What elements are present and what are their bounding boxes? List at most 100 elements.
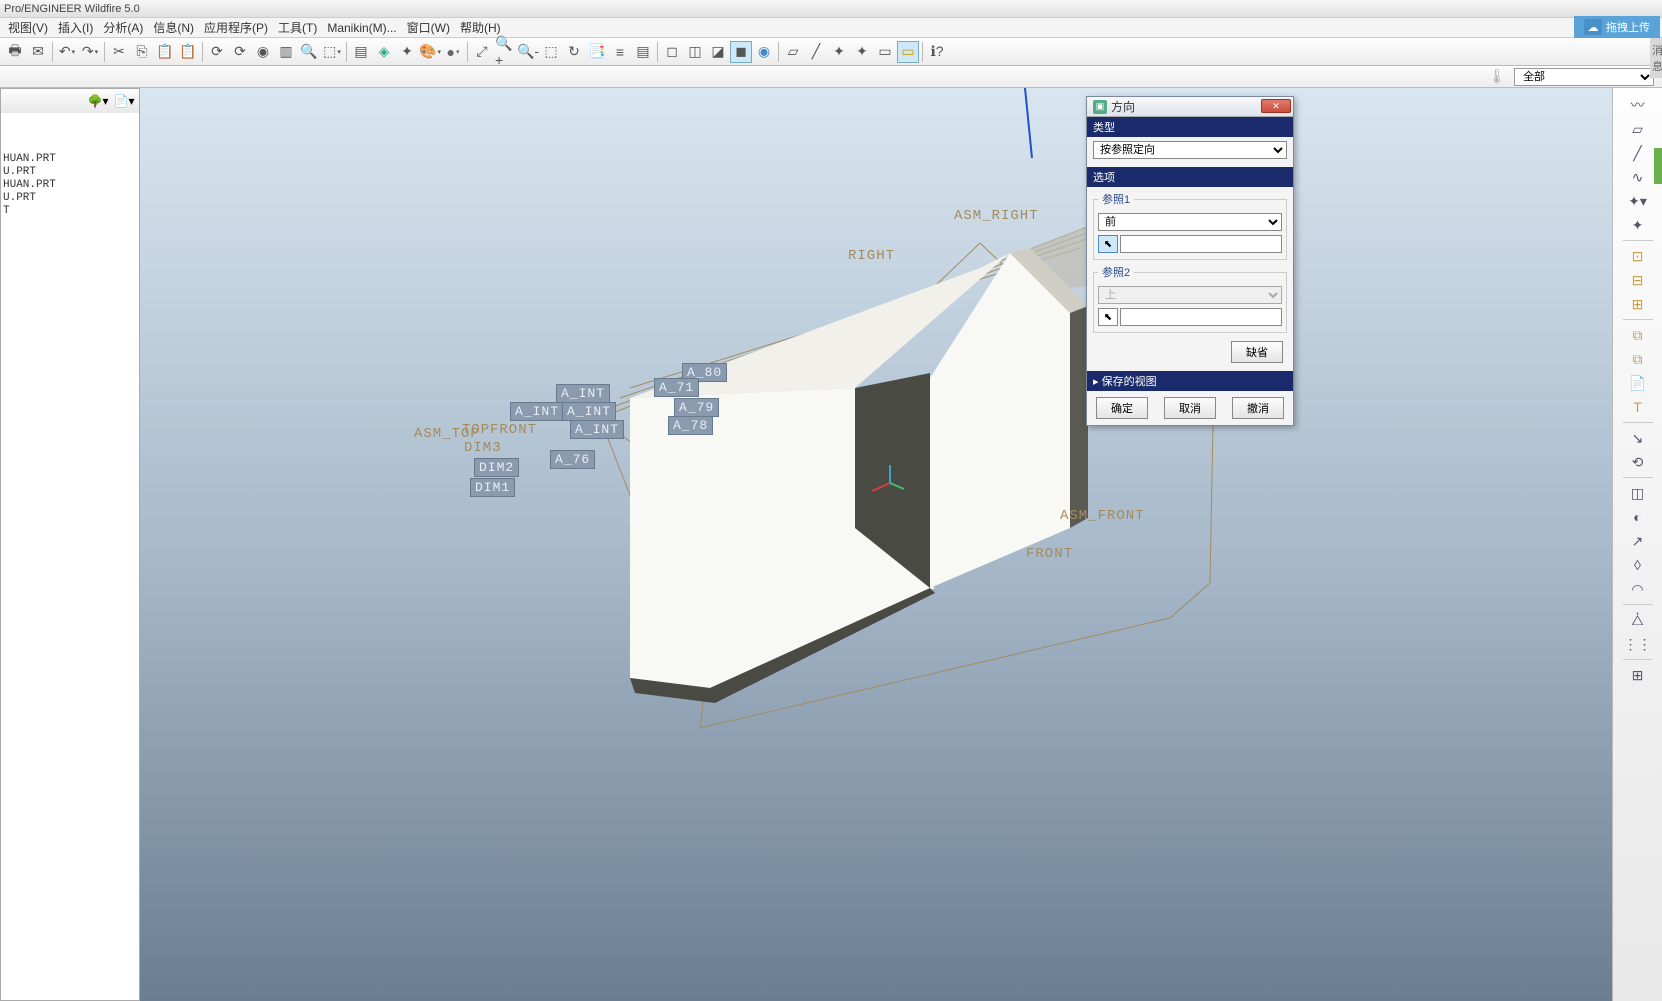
curve-icon[interactable]: ∿ xyxy=(1626,166,1650,188)
shade-icon[interactable]: ● xyxy=(442,41,464,63)
undo-button[interactable]: ↶ xyxy=(56,41,78,63)
replace-icon[interactable]: ⟲ xyxy=(1626,451,1650,473)
pick-button[interactable]: ⬉ xyxy=(1098,308,1118,326)
shell-icon[interactable]: ⊟ xyxy=(1626,269,1650,291)
axis-icon[interactable]: ╱ xyxy=(1626,142,1650,164)
datum-point-icon[interactable]: ✦ xyxy=(828,41,850,63)
shading-icon[interactable]: ◼ xyxy=(730,41,752,63)
no-hidden-icon[interactable]: ◪ xyxy=(707,41,729,63)
help-icon[interactable]: ℹ? xyxy=(926,41,948,63)
revolve-icon[interactable]: ◐ xyxy=(1626,506,1650,528)
select-icon[interactable]: ⬚ xyxy=(321,41,343,63)
blend-icon[interactable]: ◊ xyxy=(1626,554,1650,576)
menu-info[interactable]: 信息(N) xyxy=(149,17,198,38)
ref2-input[interactable] xyxy=(1120,308,1282,326)
rotation-icon[interactable]: ◉ xyxy=(252,41,274,63)
assemble-icon[interactable]: ⧉ xyxy=(1626,324,1650,346)
print-icon[interactable]: 🖶 xyxy=(4,41,26,63)
paste-special-icon[interactable]: 📋 xyxy=(177,41,199,63)
view-mgr-icon[interactable]: ▤ xyxy=(350,41,372,63)
saved-view-icon[interactable]: 📑 xyxy=(586,41,608,63)
mirror-icon[interactable]: ⧊ xyxy=(1626,609,1650,631)
layers-icon[interactable]: ≡ xyxy=(609,41,631,63)
refit-icon[interactable]: ⤢ xyxy=(471,41,493,63)
filter-select[interactable]: 全部 xyxy=(1514,68,1654,86)
regen-icon[interactable]: ⟳ xyxy=(206,41,228,63)
search-icon[interactable]: 🔍 xyxy=(298,41,320,63)
message-tab[interactable]: 消息 xyxy=(1650,38,1662,78)
coord-sys-icon[interactable]: ✦ xyxy=(851,41,873,63)
cut-icon[interactable]: ✂ xyxy=(108,41,130,63)
sweep-icon[interactable]: ↗ xyxy=(1626,530,1650,552)
move-icon[interactable]: ↘ xyxy=(1626,427,1650,449)
hole-icon[interactable]: ⊡ xyxy=(1626,245,1650,267)
settings-icon[interactable]: 📄▾ xyxy=(113,92,135,110)
cancel-button[interactable]: 取消 xyxy=(1164,397,1216,419)
menu-app[interactable]: 应用程序(P) xyxy=(200,17,272,38)
point-icon[interactable]: ✦▾ xyxy=(1626,190,1650,212)
type-select[interactable]: 按参照定向 xyxy=(1093,141,1287,159)
spin-icon[interactable]: ✦ xyxy=(396,41,418,63)
undo-button[interactable]: 撤消 xyxy=(1232,397,1284,419)
pick-button[interactable]: ⬉ xyxy=(1098,235,1118,253)
zoom-in-icon[interactable]: 🔍+ xyxy=(494,41,516,63)
copy-icon[interactable]: ⎘ xyxy=(131,41,153,63)
show-icon[interactable]: 🌳▾ xyxy=(87,92,109,110)
regenfail-icon[interactable]: ⟳ xyxy=(229,41,251,63)
model-tree-icon[interactable]: ▭ xyxy=(897,41,919,63)
t-icon[interactable]: T xyxy=(1626,396,1650,418)
close-button[interactable]: ✕ xyxy=(1261,99,1291,113)
tree-item[interactable]: U.PRT xyxy=(3,192,137,205)
thermometer-icon: 🌡 xyxy=(1488,68,1506,85)
menu-analysis[interactable]: 分析(A) xyxy=(99,17,147,38)
anno-a79: A_79 xyxy=(674,398,719,417)
grid-icon[interactable]: ⊞ xyxy=(1626,664,1650,686)
include-icon[interactable]: 📄 xyxy=(1626,372,1650,394)
ref1-input[interactable] xyxy=(1120,235,1282,253)
pattern-icon[interactable]: ⋮⋮ xyxy=(1626,633,1650,655)
zoom-out-icon[interactable]: 🔍- xyxy=(517,41,539,63)
menu-insert[interactable]: 插入(I) xyxy=(54,17,97,38)
menu-manikin[interactable]: Manikin(M)... xyxy=(323,19,400,37)
menu-window[interactable]: 窗口(W) xyxy=(403,17,454,38)
ref1-select[interactable]: 前 xyxy=(1098,213,1282,231)
datum-axis-icon[interactable]: ╱ xyxy=(805,41,827,63)
layers-icon[interactable]: ◈ xyxy=(373,41,395,63)
default-button[interactable]: 缺省 xyxy=(1231,341,1283,363)
zoom-area-icon[interactable]: ⬚ xyxy=(540,41,562,63)
3d-viewport[interactable]: ASM_RIGHT RIGHT ASM_FRONT FRONT ASM_TOP … xyxy=(140,88,1612,1001)
tree-item[interactable]: U.PRT xyxy=(3,166,137,179)
dialog-titlebar[interactable]: ▣ 方向 ✕ xyxy=(1087,97,1293,117)
menu-view[interactable]: 视图(V) xyxy=(4,17,52,38)
mail-icon[interactable]: ✉ xyxy=(27,41,49,63)
enhanced-icon[interactable]: ◉ xyxy=(753,41,775,63)
ref2-select[interactable]: 上 xyxy=(1098,286,1282,304)
tree-item[interactable]: HUAN.PRT xyxy=(3,179,137,192)
views-icon[interactable]: ▤ xyxy=(632,41,654,63)
datum-plane-icon[interactable]: ▱ xyxy=(782,41,804,63)
plane-icon[interactable]: ▱ xyxy=(1626,118,1650,140)
round-icon[interactable]: ◠ xyxy=(1626,578,1650,600)
reorient-icon[interactable]: ↻ xyxy=(563,41,585,63)
tree-content[interactable]: HUAN.PRT U.PRT HUAN.PRT U.PRT T xyxy=(1,113,139,1000)
upload-area[interactable]: ☁ 拖拽上传 xyxy=(1574,16,1660,38)
create-icon[interactable]: ⧉ xyxy=(1626,348,1650,370)
appearance-icon[interactable]: 🎨 xyxy=(419,41,441,63)
ok-button[interactable]: 确定 xyxy=(1096,397,1148,419)
separator xyxy=(1623,604,1653,605)
menu-tools[interactable]: 工具(T) xyxy=(274,17,321,38)
rib-icon[interactable]: ⊞ xyxy=(1626,293,1650,315)
redo-button[interactable]: ↷ xyxy=(79,41,101,63)
wireframe-icon[interactable]: ◻ xyxy=(661,41,683,63)
label-top: TOP xyxy=(462,422,490,438)
flex-icon[interactable]: ▥ xyxy=(275,41,297,63)
sketch-line-icon[interactable]: 〰 xyxy=(1626,94,1650,116)
extrude-icon[interactable]: ◫ xyxy=(1626,482,1650,504)
annotations-icon[interactable]: ▭ xyxy=(874,41,896,63)
paste-icon[interactable]: 📋 xyxy=(154,41,176,63)
tree-item[interactable]: T xyxy=(3,205,137,218)
saved-views-header[interactable]: 保存的视图 xyxy=(1087,371,1293,391)
tree-item[interactable]: HUAN.PRT xyxy=(3,153,137,166)
hidden-line-icon[interactable]: ◫ xyxy=(684,41,706,63)
csys-icon[interactable]: ✦ xyxy=(1626,214,1650,236)
